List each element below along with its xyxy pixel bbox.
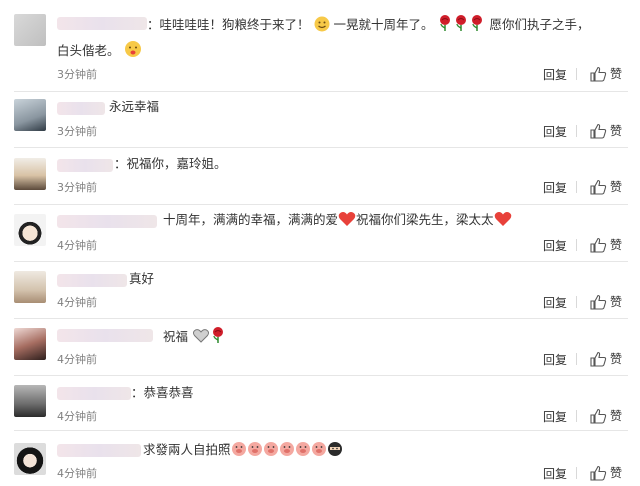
comment-text-part: 祝福 bbox=[163, 329, 189, 344]
rose-emoji-icon bbox=[456, 15, 467, 31]
action-separator bbox=[576, 125, 577, 137]
username-blurred[interactable] bbox=[57, 274, 127, 287]
timestamp: 4分钟前 bbox=[57, 353, 97, 366]
action-separator bbox=[576, 353, 577, 365]
thumbs-up-icon bbox=[590, 123, 607, 139]
comment-item: 祝福 4分钟前 回复 赞 bbox=[0, 319, 640, 376]
comment-text: ：祝福你，嘉玲姐。 bbox=[114, 156, 227, 171]
comment-text: 祝福 bbox=[163, 326, 226, 346]
comment-text-part: ：哇哇哇哇！狗粮终于来了！ bbox=[147, 17, 310, 32]
timestamp: 3分钟前 bbox=[57, 68, 97, 81]
comment-text-part: 愿你们执子之手， bbox=[489, 17, 590, 32]
smile-emoji-icon bbox=[124, 41, 141, 57]
reply-button[interactable]: 回复 bbox=[543, 351, 567, 368]
avatar[interactable] bbox=[14, 214, 46, 246]
avatar[interactable] bbox=[14, 443, 46, 475]
action-separator bbox=[576, 68, 577, 80]
avatar[interactable] bbox=[14, 385, 46, 417]
timestamp: 4分钟前 bbox=[57, 410, 97, 423]
comment-item: ：哇哇哇哇！狗粮终于来了！ 一晃就十周年了。 愿你们执子之手， 白头偕老。 3分… bbox=[0, 0, 640, 92]
ninja-emoji-icon bbox=[327, 442, 342, 456]
heart-outline-emoji-icon bbox=[192, 329, 210, 343]
comment-text: ：哇哇哇哇！狗粮终于来了！ 一晃就十周年了。 愿你们执子之手， bbox=[147, 14, 589, 34]
comment-text-part: 祝福你们梁先生，梁太太 bbox=[356, 212, 494, 227]
smile-emoji-icon bbox=[314, 16, 329, 32]
like-label: 赞 bbox=[610, 466, 623, 480]
username-blurred[interactable] bbox=[57, 17, 147, 30]
thumbs-up-icon bbox=[590, 66, 607, 82]
username-blurred[interactable] bbox=[57, 215, 157, 228]
like-label: 赞 bbox=[610, 238, 623, 252]
pig-emoji-icon bbox=[231, 442, 246, 456]
timestamp: 4分钟前 bbox=[57, 296, 97, 309]
comment-list: ：哇哇哇哇！狗粮终于来了！ 一晃就十周年了。 愿你们执子之手， 白头偕老。 3分… bbox=[0, 0, 640, 486]
like-label: 赞 bbox=[610, 352, 623, 366]
pig-emoji-icon bbox=[279, 442, 294, 456]
action-separator bbox=[576, 181, 577, 193]
comment-text-part: 求發兩人自拍照 bbox=[143, 442, 231, 457]
timestamp: 4分钟前 bbox=[57, 467, 97, 480]
comment-text: 求發兩人自拍照 bbox=[143, 441, 343, 459]
reply-button[interactable]: 回复 bbox=[543, 408, 567, 425]
action-separator bbox=[576, 467, 577, 479]
like-label: 赞 bbox=[610, 295, 623, 309]
comment-item: ：恭喜恭喜 4分钟前 回复 赞 bbox=[0, 376, 640, 431]
thumbs-up-icon bbox=[590, 179, 607, 195]
comment-text: ：恭喜恭喜 bbox=[131, 385, 194, 400]
avatar[interactable] bbox=[14, 99, 46, 131]
reply-button[interactable]: 回复 bbox=[543, 237, 567, 254]
timestamp: 3分钟前 bbox=[57, 181, 97, 194]
username-blurred[interactable] bbox=[57, 387, 131, 400]
thumbs-up-icon bbox=[590, 294, 607, 310]
pig-emoji-icon bbox=[263, 442, 278, 456]
rose-emoji-icon bbox=[440, 15, 451, 31]
reply-button[interactable]: 回复 bbox=[543, 465, 567, 482]
timestamp: 4分钟前 bbox=[57, 239, 97, 252]
thumbs-up-icon bbox=[590, 237, 607, 253]
thumbs-up-icon bbox=[590, 351, 607, 367]
timestamp: 3分钟前 bbox=[57, 125, 97, 138]
pig-emoji-icon bbox=[311, 442, 326, 456]
heart-emoji-icon bbox=[338, 212, 356, 226]
comment-text: 十周年，满满的幸福，满满的爱 祝福你们梁先生，梁太太 bbox=[163, 211, 512, 229]
reply-button[interactable]: 回复 bbox=[543, 179, 567, 196]
comment-text-part: 白头偕老。 bbox=[57, 43, 120, 58]
comment-item: 永远幸福 3分钟前 回复 赞 bbox=[0, 92, 640, 148]
reply-button[interactable]: 回复 bbox=[543, 294, 567, 311]
heart-emoji-icon bbox=[494, 212, 511, 226]
thumbs-up-icon bbox=[590, 408, 607, 424]
avatar[interactable] bbox=[14, 328, 46, 360]
username-blurred[interactable] bbox=[57, 329, 153, 342]
like-label: 赞 bbox=[610, 67, 623, 81]
pig-emoji-icon bbox=[295, 442, 310, 456]
comment-item: 求發兩人自拍照 4分钟前 回复 赞 bbox=[0, 431, 640, 486]
comment-text: 永远幸福 bbox=[109, 99, 160, 114]
like-label: 赞 bbox=[610, 124, 623, 138]
rose-emoji-icon bbox=[472, 15, 483, 31]
like-label: 赞 bbox=[610, 180, 623, 194]
reply-button[interactable]: 回复 bbox=[543, 123, 567, 140]
reply-button[interactable]: 回复 bbox=[543, 66, 567, 83]
action-separator bbox=[576, 410, 577, 422]
like-label: 赞 bbox=[610, 409, 623, 423]
rose-emoji-icon bbox=[213, 327, 223, 343]
comment-item: 真好 4分钟前 回复 赞 bbox=[0, 262, 640, 319]
pig-emoji-icon bbox=[247, 442, 262, 456]
comment-text-part: 十周年，满满的幸福，满满的爱 bbox=[163, 212, 339, 227]
thumbs-up-icon bbox=[590, 465, 607, 481]
comment-text: 真好 bbox=[129, 271, 155, 286]
username-blurred[interactable] bbox=[57, 159, 113, 172]
username-blurred[interactable] bbox=[57, 444, 141, 457]
username-blurred[interactable] bbox=[57, 102, 105, 115]
avatar[interactable] bbox=[14, 271, 46, 303]
comment-text-line2: 白头偕老。 bbox=[57, 40, 142, 60]
action-separator bbox=[576, 239, 577, 251]
comment-text-part: 一晃就十周年了。 bbox=[333, 17, 434, 32]
avatar[interactable] bbox=[14, 14, 46, 46]
avatar[interactable] bbox=[14, 158, 46, 190]
comment-item: ：祝福你，嘉玲姐。 3分钟前 回复 赞 bbox=[0, 148, 640, 205]
action-separator bbox=[576, 296, 577, 308]
comment-item: 十周年，满满的幸福，满满的爱 祝福你们梁先生，梁太太 4分钟前 回复 赞 bbox=[0, 205, 640, 262]
